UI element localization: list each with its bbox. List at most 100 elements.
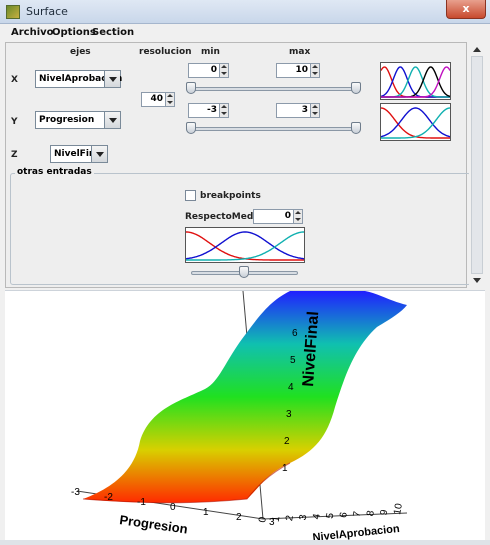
x-range-slider[interactable] [186,82,361,96]
mf-curve [381,107,450,139]
respecto-media-slider[interactable] [191,266,298,280]
mf-curve [381,107,450,138]
y-min-value: -3 [207,105,217,115]
y-tick-label: 2 [236,512,242,523]
mf-curve [381,66,450,98]
close-button[interactable]: x [446,0,486,19]
z-tick-label: 1 [282,463,288,474]
x-tick-label: 9 [379,509,391,517]
z-tick-label: 5 [290,355,296,366]
spinner-arrows-icon[interactable] [293,210,302,223]
surface-plot-area: NivelFinal Progresion NivelAprobacion 12… [5,290,485,544]
menu-archivo[interactable]: Archivo [11,27,54,38]
y-tick-label: -3 [71,487,80,498]
y-variable-value: Progresion [39,115,95,125]
y-min-spinner[interactable]: -3 [188,103,229,118]
window-title: Surface [26,5,68,18]
x-axis-label: NivelAprobacion [312,523,400,541]
mf-curve [186,231,304,261]
menu-section[interactable]: Section [92,27,134,38]
mf-curve [381,66,450,98]
y-max-thumb[interactable] [351,122,361,134]
spinner-arrows-icon[interactable] [165,93,174,106]
y-tick-label: 0 [170,502,176,513]
z-tick-label: 4 [288,382,294,393]
app-icon [6,5,20,19]
scroll-down-icon[interactable] [473,278,481,283]
header-ejes: ejes [70,47,91,57]
header-min: min [201,47,220,57]
vertical-scrollbar[interactable] [469,42,485,288]
resolucion-spinner[interactable]: 40 [141,92,175,107]
x-tick-label: 10 [392,502,405,515]
y-min-thumb[interactable] [186,122,196,134]
x-min-thumb[interactable] [186,82,196,94]
mf-curve [381,66,450,98]
x-max-spinner[interactable]: 10 [276,63,320,78]
scroll-up-icon[interactable] [473,47,481,52]
surface-mesh [83,291,407,503]
x-mf-plot [381,66,450,98]
axis-x-label: X [11,75,18,85]
mf-curve [186,231,304,261]
y-max-value: 3 [301,105,308,115]
breakpoints-label: breakpoints [200,191,261,201]
respecto-mf-plot [186,231,304,261]
z-tick-label: 3 [286,409,292,420]
z-variable-combo[interactable]: NivelFinal [50,145,108,163]
menu-bar: Archivo Options Section [0,24,490,42]
spinner-arrows-icon[interactable] [310,64,319,77]
axis-y-label: Y [11,117,18,127]
z-tick-label: 2 [284,436,290,447]
x-tick-label: 8 [365,509,377,517]
x-tick-label: 4 [311,513,323,521]
x-tick-label: 7 [352,510,364,518]
respecto-thumb[interactable] [239,266,249,278]
spinner-arrows-icon[interactable] [219,104,228,117]
axis-z-label: Z [11,150,18,160]
mf-curve [381,107,450,139]
breakpoints-checkbox[interactable] [185,190,196,201]
respecto-media-spinner[interactable]: 0 [253,209,303,224]
y-mf-thumbnail[interactable] [380,103,451,141]
chevron-down-icon[interactable] [104,112,120,128]
resolucion-value: 40 [150,94,163,104]
header-resolucion: resolucion [139,47,192,57]
x-tick-label: 6 [338,511,350,519]
menu-options[interactable]: Options [52,27,96,38]
x-ticks: 0 1 2 3 4 5 6 7 8 9 10 [257,502,405,523]
otras-entradas-group: otras entradas breakpoints RespectoMedia… [10,167,471,285]
x-tick-label: 1 [271,515,283,523]
y-axis-label: Progresion [119,512,189,536]
group-title: otras entradas [15,167,94,177]
x-tick-label: 3 [298,513,310,521]
controls-panel: ejes resolucion min max X NivelAprobacio… [5,42,471,288]
y-mf-plot [381,107,450,139]
spinner-arrows-icon[interactable] [219,64,228,77]
respecto-mf-thumbnail[interactable] [185,227,305,263]
x-max-value: 10 [295,65,308,75]
title-bar: Surface x [0,0,490,24]
mf-curve [381,66,450,98]
spinner-arrows-icon[interactable] [310,104,319,117]
mf-curve [381,66,450,98]
y-tick-label: 1 [203,507,209,518]
chevron-down-icon[interactable] [104,71,120,87]
x-max-thumb[interactable] [351,82,361,94]
mf-curve [186,231,304,260]
surface-plot: NivelFinal Progresion NivelAprobacion 12… [71,290,408,544]
y-tick-label: -2 [104,492,113,503]
x-mf-thumbnail[interactable] [380,62,451,100]
chevron-down-icon[interactable] [91,146,107,162]
y-range-slider[interactable] [186,122,361,136]
z-tick-label: 6 [292,328,298,339]
y-variable-combo[interactable]: Progresion [35,111,121,129]
respecto-media-value: 0 [284,211,291,221]
x-min-spinner[interactable]: 0 [188,63,229,78]
x-variable-combo[interactable]: NivelAprobacion [35,70,122,88]
scroll-track[interactable] [471,56,483,274]
x-tick-label: 2 [284,514,296,522]
header-max: max [289,47,311,57]
y-tick-label: -1 [137,497,146,508]
y-max-spinner[interactable]: 3 [276,103,320,118]
